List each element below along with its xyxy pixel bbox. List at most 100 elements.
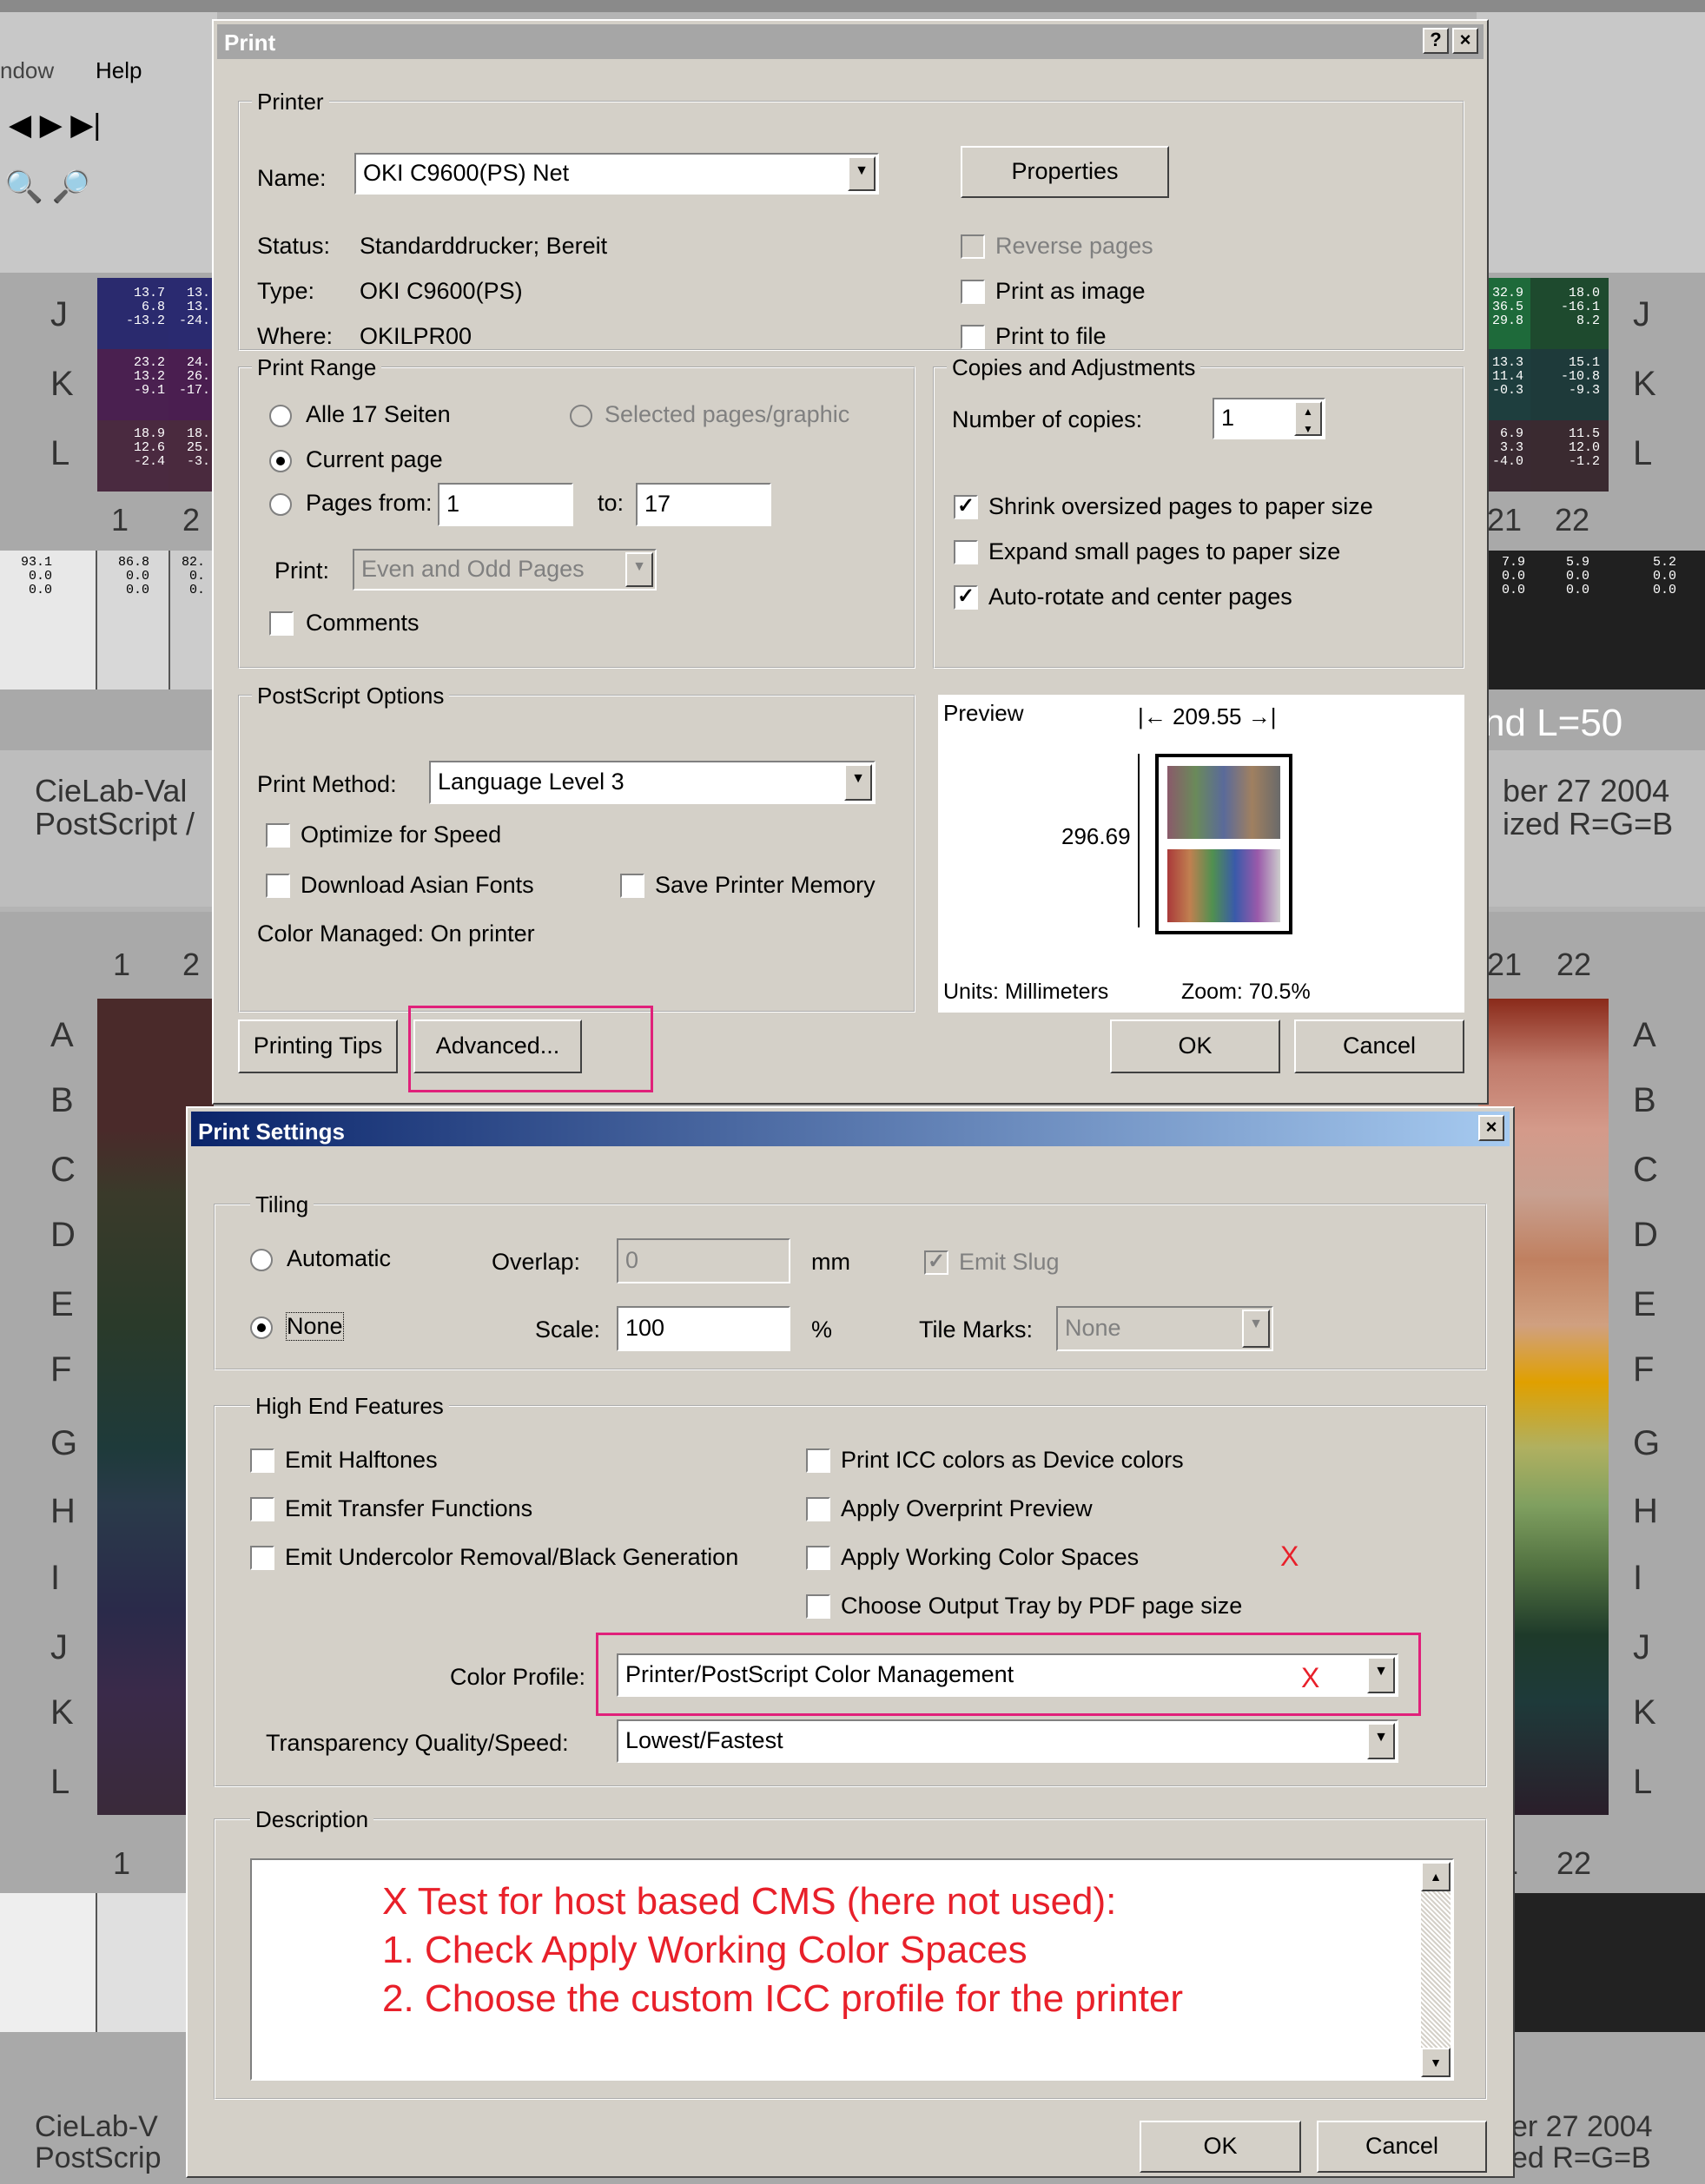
emit-transfer-checkbox[interactable] [250,1497,274,1521]
units-text: Units: Millimeters [943,980,1109,1004]
apply-working-checkbox[interactable] [806,1546,830,1570]
description-line: 2. Choose the custom ICC profile for the… [382,1977,1183,2020]
print-to-file-label[interactable]: Print to file [995,323,1107,350]
nav-prev-icon[interactable]: ◀ ▶ ▶| [9,108,101,142]
apply-overprint-label[interactable]: Apply Overprint Preview [841,1495,1093,1522]
choose-tray-label[interactable]: Choose Output Tray by PDF page size [841,1593,1242,1620]
close-icon[interactable]: × [1478,1115,1504,1141]
scale-input[interactable]: 100 [617,1306,790,1351]
chevron-down-icon[interactable]: ▼ [848,156,876,191]
emit-halftones-checkbox[interactable] [250,1448,274,1473]
ok-button[interactable]: OK [1110,1019,1280,1073]
comments-checkbox[interactable] [269,611,294,636]
row-label-e-right: E [1633,1285,1656,1323]
help-button[interactable]: ? [1423,28,1449,54]
apply-working-label[interactable]: Apply Working Color Spaces [841,1544,1139,1571]
cancel-button[interactable]: Cancel [1294,1019,1464,1073]
print-subset-label: Print: [274,558,330,584]
close-icon[interactable]: × [1452,28,1478,54]
scroll-up-icon[interactable]: ▲ [1421,1862,1451,1891]
autorotate-checkbox[interactable]: ✓ [954,585,978,610]
print-icc-checkbox[interactable] [806,1448,830,1473]
shrink-checkbox[interactable]: ✓ [954,495,978,519]
cell-values: 13.7 6.8 -13.2 [125,286,165,328]
settings-title: Print Settings [198,1118,346,1145]
chevron-down-icon[interactable]: ▼ [1367,1723,1395,1759]
print-as-image-checkbox[interactable] [961,280,985,304]
current-page-radio[interactable] [269,450,292,472]
emit-ucr-label[interactable]: Emit Undercolor Removal/Black Generation [285,1544,738,1571]
group-label: Description [250,1806,374,1833]
description-textarea[interactable]: X Test for host based CMS (here not used… [250,1858,1454,2081]
expand-label[interactable]: Expand small pages to paper size [988,538,1340,565]
scrollbar[interactable]: ▲ ▼ [1421,1862,1451,2077]
color-profile-highlight-box [596,1633,1421,1716]
row-label-k: K [50,365,74,403]
cell-values: 18.9 12.6 -2.4 [133,426,165,469]
automatic-label[interactable]: Automatic [287,1245,391,1272]
pages-from-label[interactable]: Pages from: [306,490,433,517]
printing-tips-button[interactable]: Printing Tips [238,1019,398,1073]
pages-from-radio[interactable] [269,493,292,516]
comments-label[interactable]: Comments [306,610,420,637]
chevron-down-icon[interactable]: ▼ [844,764,872,801]
col-label-21: 21 [1487,502,1523,538]
copies-spinner[interactable]: 1 ▲ ▼ [1213,398,1325,439]
cell-values: 13. 13. -24. [178,286,210,328]
current-page-label[interactable]: Current page [306,446,443,473]
cell-values: 24. 26. -17. [178,355,210,398]
printer-name-select[interactable]: OKI C9600(PS) Net ▼ [354,153,879,195]
pages-from-input[interactable]: 1 [438,483,573,526]
group-label: Printer [252,89,329,115]
menu-window[interactable]: ndow [0,57,54,84]
automatic-radio[interactable] [250,1249,273,1271]
row-label-j: J [50,295,68,333]
expand-checkbox[interactable] [954,540,978,564]
row-label-c: C [50,1151,76,1189]
printer-group: Printer Name: OKI C9600(PS) Net ▼ Proper… [238,89,1464,351]
row-label-l-right: L [1633,434,1653,472]
print-titlebar[interactable]: Print ? × [217,24,1484,59]
save-memory-label[interactable]: Save Printer Memory [655,872,876,899]
pages-to-input[interactable]: 17 [636,483,771,526]
optimize-speed-checkbox[interactable] [266,823,290,848]
print-icc-label[interactable]: Print ICC colors as Device colors [841,1447,1184,1474]
print-to-file-checkbox[interactable] [961,325,985,349]
download-fonts-checkbox[interactable] [266,874,290,898]
col-label-2: 2 [182,947,201,982]
row-label-b: B [50,1081,74,1119]
scroll-down-icon[interactable]: ▼ [1421,2048,1451,2077]
emit-halftones-label[interactable]: Emit Halftones [285,1447,438,1474]
row-label-j-right: J [1633,1628,1650,1666]
x-mark-annotation: X [1280,1541,1299,1572]
apply-overprint-checkbox[interactable] [806,1497,830,1521]
print-subset-select: Even and Odd Pages ▼ [353,549,657,591]
download-fonts-label[interactable]: Download Asian Fonts [301,872,534,899]
emit-ucr-checkbox[interactable] [250,1546,274,1570]
none-label[interactable]: None [286,1312,344,1341]
none-radio[interactable] [250,1316,273,1339]
autorotate-label[interactable]: Auto-rotate and center pages [988,584,1292,610]
print-method-select[interactable]: Language Level 3 ▼ [429,761,876,804]
transparency-select[interactable]: Lowest/Fastest ▼ [617,1719,1398,1763]
settings-cancel-button[interactable]: Cancel [1317,2121,1487,2173]
settings-ok-button[interactable]: OK [1140,2121,1301,2173]
caption-left-2: PostScript / [35,806,195,841]
row-label-g-right: G [1633,1424,1661,1462]
settings-titlebar[interactable]: Print Settings × [191,1112,1510,1146]
row-label-a-right: A [1633,1016,1656,1054]
zoom-icons[interactable]: 🔍 🔎 [4,168,91,205]
properties-button[interactable]: Properties [961,146,1169,198]
optimize-speed-label[interactable]: Optimize for Speed [301,821,501,848]
choose-tray-checkbox[interactable] [806,1594,830,1619]
shrink-label[interactable]: Shrink oversized pages to paper size [988,493,1373,520]
print-as-image-label[interactable]: Print as image [995,278,1146,305]
all-pages-label[interactable]: Alle 17 Seiten [306,401,451,428]
all-pages-radio[interactable] [269,405,292,427]
spin-arrows-icon[interactable]: ▲ ▼ [1294,401,1322,436]
zoom-text: Zoom: 70.5% [1181,980,1311,1004]
save-memory-checkbox[interactable] [620,874,644,898]
menu-help[interactable]: Help [96,57,142,84]
emit-transfer-label[interactable]: Emit Transfer Functions [285,1495,532,1522]
cell-values: 11.5 12.0 -1.2 [1568,426,1600,469]
